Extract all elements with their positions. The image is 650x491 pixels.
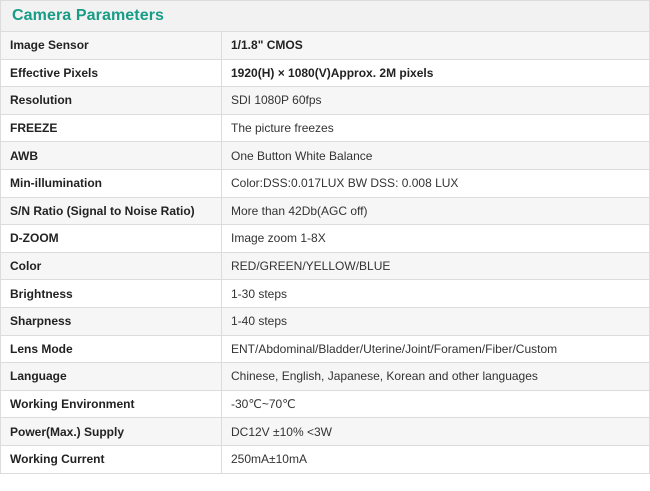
param-label: Min-illumination: [0, 168, 222, 198]
param-label: S/N Ratio (Signal to Noise Ratio): [0, 196, 222, 226]
param-value: DC12V ±10% <3W: [221, 417, 650, 446]
param-value: More than 42Db(AGC off): [221, 196, 650, 226]
param-label: AWB: [0, 141, 222, 170]
param-value: -30℃~70℃: [221, 389, 650, 419]
table-row: S/N Ratio (Signal to Noise Ratio) More t…: [0, 196, 650, 226]
table-row: D-ZOOM Image zoom 1-8X: [0, 224, 650, 253]
table-row: Image Sensor 1/1.8" CMOS: [0, 31, 650, 60]
table-row: FREEZE The picture freezes: [0, 113, 650, 143]
table-row: Lens Mode ENT/Abdominal/Bladder/Uterine/…: [0, 334, 650, 364]
section-header: Camera Parameters: [0, 0, 650, 31]
param-label: Language: [0, 362, 222, 391]
param-label: Resolution: [0, 86, 222, 115]
param-label: Power(Max.) Supply: [0, 417, 222, 446]
table-row: Resolution SDI 1080P 60fps: [0, 86, 650, 115]
param-value: 250mA±10mA: [221, 444, 650, 474]
param-label: FREEZE: [0, 113, 222, 143]
param-value: 1-30 steps: [221, 279, 650, 308]
param-value: The picture freezes: [221, 113, 650, 143]
param-label: Lens Mode: [0, 334, 222, 364]
table-row: Min-illumination Color:DSS:0.017LUX BW D…: [0, 168, 650, 198]
param-label: Brightness: [0, 279, 222, 308]
table-row: Brightness 1-30 steps: [0, 279, 650, 308]
param-value: 1920(H) × 1080(V)Approx. 2M pixels: [221, 58, 650, 88]
param-value: Color:DSS:0.017LUX BW DSS: 0.008 LUX: [221, 168, 650, 198]
table-row: Power(Max.) Supply DC12V ±10% <3W: [0, 417, 650, 446]
param-value: ENT/Abdominal/Bladder/Uterine/Joint/Fora…: [221, 334, 650, 364]
param-label: Color: [0, 251, 222, 281]
table-row: Working Environment -30℃~70℃: [0, 389, 650, 419]
parameters-table: Image Sensor 1/1.8" CMOS Effective Pixel…: [0, 31, 650, 474]
section-title: Camera Parameters: [12, 7, 165, 24]
table-row: Working Current 250mA±10mA: [0, 444, 650, 474]
table-row: Language Chinese, English, Japanese, Kor…: [0, 362, 650, 391]
param-label: D-ZOOM: [0, 224, 222, 253]
param-value: 1/1.8" CMOS: [221, 31, 650, 60]
param-value: 1-40 steps: [221, 306, 650, 336]
param-value: SDI 1080P 60fps: [221, 86, 650, 115]
param-label: Image Sensor: [0, 31, 222, 60]
param-value: Chinese, English, Japanese, Korean and o…: [221, 362, 650, 391]
table-row: Sharpness 1-40 steps: [0, 306, 650, 336]
param-label: Sharpness: [0, 306, 222, 336]
camera-parameters-panel: Camera Parameters Image Sensor 1/1.8" CM…: [0, 0, 650, 491]
param-label: Effective Pixels: [0, 58, 222, 88]
table-row: Effective Pixels 1920(H) × 1080(V)Approx…: [0, 58, 650, 88]
table-row: AWB One Button White Balance: [0, 141, 650, 170]
param-label: Working Environment: [0, 389, 222, 419]
param-label: Working Current: [0, 444, 222, 474]
table-row: Color RED/GREEN/YELLOW/BLUE: [0, 251, 650, 281]
param-value: RED/GREEN/YELLOW/BLUE: [221, 251, 650, 281]
param-value: One Button White Balance: [221, 141, 650, 170]
param-value: Image zoom 1-8X: [221, 224, 650, 253]
